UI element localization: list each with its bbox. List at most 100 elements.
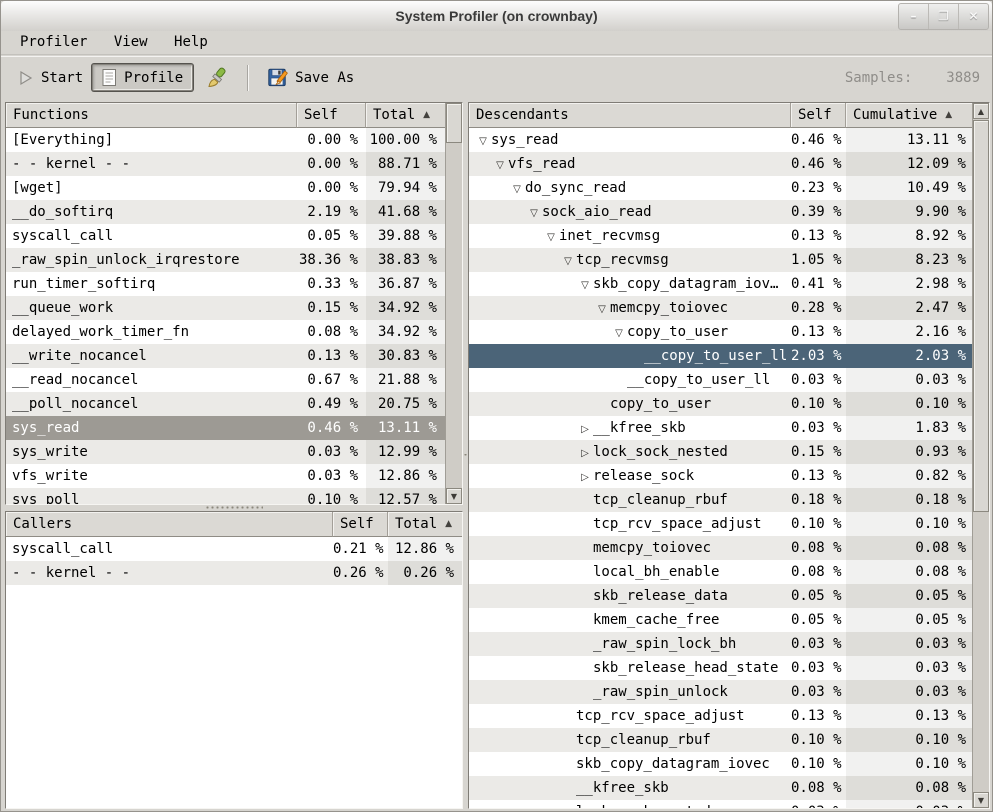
table-row[interactable]: delayed_work_timer_fn0.08 %34.92 %: [6, 320, 445, 344]
column-header-self[interactable]: Self: [297, 103, 366, 128]
table-row[interactable]: tcp_rcv_space_adjust0.10 %0.10 %: [469, 512, 972, 536]
scroll-up-button[interactable]: ▲: [973, 103, 989, 119]
scroll-down-button[interactable]: ▼: [973, 792, 989, 808]
tree-expander-icon[interactable]: ▷: [577, 418, 593, 440]
table-row[interactable]: ▷lock_sock_nested0.15 %0.93 %: [469, 440, 972, 464]
table-row[interactable]: __poll_nocancel0.49 %20.75 %: [6, 392, 445, 416]
table-row[interactable]: sys_write0.03 %12.99 %: [6, 440, 445, 464]
function-name: tcp_recvmsg: [576, 252, 669, 268]
column-header-total[interactable]: Total▲: [388, 512, 462, 537]
tree-expander-icon[interactable]: ▷: [577, 466, 593, 488]
start-button[interactable]: Start: [9, 66, 92, 90]
table-row[interactable]: tcp_cleanup_rbuf0.18 %0.18 %: [469, 488, 972, 512]
table-row[interactable]: _raw_spin_lock_bh0.03 %0.03 %: [469, 632, 972, 656]
table-row[interactable]: ▽vfs_read0.46 %12.09 %: [469, 152, 972, 176]
scrollbar-thumb[interactable]: [446, 103, 462, 143]
table-row[interactable]: ▽inet_recvmsg0.13 %8.92 %: [469, 224, 972, 248]
menu-help[interactable]: Help: [165, 31, 217, 54]
table-row[interactable]: __write_nocancel0.13 %30.83 %: [6, 344, 445, 368]
table-row[interactable]: kmem_cache_free0.05 %0.05 %: [469, 608, 972, 632]
self-percent-cell: 0.49 %: [297, 392, 366, 416]
function-name: skb_release_head_state: [593, 660, 778, 676]
table-row[interactable]: sys_read0.46 %13.11 %: [6, 416, 445, 440]
table-row[interactable]: ▷release_sock0.13 %0.82 %: [469, 464, 972, 488]
tree-expander-icon[interactable]: ▷: [577, 442, 593, 464]
tree-expander-icon[interactable]: ▽: [577, 274, 593, 296]
column-header-descendants[interactable]: Descendants: [469, 103, 791, 128]
table-row[interactable]: run_timer_softirq0.33 %36.87 %: [6, 272, 445, 296]
table-row[interactable]: _raw_spin_unlock_irqrestore38.36 %38.83 …: [6, 248, 445, 272]
tree-indent: [475, 359, 628, 360]
tree-expander-icon[interactable]: ▽: [611, 322, 627, 344]
tree-indent: [475, 575, 577, 576]
function-name-cell: ▽memcpy_toiovec: [469, 296, 791, 320]
table-row[interactable]: syscall_call0.21 %12.86 %: [6, 537, 462, 561]
table-row[interactable]: ▽skb_copy_datagram_iov…0.41 %2.98 %: [469, 272, 972, 296]
table-row[interactable]: local_bh_enable0.08 %0.08 %: [469, 560, 972, 584]
table-row[interactable]: [wget]0.00 %79.94 %: [6, 176, 445, 200]
table-row[interactable]: copy_to_user0.10 %0.10 %: [469, 392, 972, 416]
self-percent-cell: 0.13 %: [791, 464, 846, 488]
table-row[interactable]: tcp_cleanup_rbuf0.10 %0.10 %: [469, 728, 972, 752]
table-row[interactable]: skb_copy_datagram_iovec0.10 %0.10 %: [469, 752, 972, 776]
scrollbar-thumb[interactable]: [973, 120, 989, 512]
table-row[interactable]: ▽do_sync_read0.23 %10.49 %: [469, 176, 972, 200]
close-button[interactable]: ✕: [958, 4, 988, 29]
table-row[interactable]: _raw_spin_unlock0.03 %0.03 %: [469, 680, 972, 704]
table-row[interactable]: __queue_work0.15 %34.92 %: [6, 296, 445, 320]
tree-indent: [475, 311, 594, 312]
descendants-scrollbar[interactable]: ▲ ▼: [972, 103, 989, 808]
column-header-callers[interactable]: Callers: [6, 512, 333, 537]
menu-view[interactable]: View: [105, 31, 157, 54]
tree-expander-icon[interactable]: ▽: [509, 178, 525, 200]
titlebar[interactable]: System Profiler (on crownbay) – ❐ ✕: [1, 1, 992, 32]
table-row[interactable]: [Everything]0.00 %100.00 %: [6, 128, 445, 152]
function-name-cell: tcp_rcv_space_adjust: [469, 512, 791, 536]
table-row[interactable]: lock_sock_nested0.03 %0.03 %: [469, 800, 972, 808]
cumulative-percent-cell: 9.90 %: [846, 200, 972, 224]
tree-expander-icon[interactable]: ▽: [475, 130, 491, 152]
column-header-total[interactable]: Total▲: [366, 103, 445, 128]
column-header-self[interactable]: Self: [333, 512, 388, 537]
table-row[interactable]: __do_softirq2.19 %41.68 %: [6, 200, 445, 224]
column-header-self[interactable]: Self: [791, 103, 846, 128]
save-as-button[interactable]: Save As: [259, 64, 363, 91]
tree-expander-icon[interactable]: ▽: [560, 250, 576, 272]
tree-expander-icon[interactable]: ▽: [492, 154, 508, 176]
column-header-cumulative[interactable]: Cumulative▲: [846, 103, 972, 128]
table-row[interactable]: - - kernel - -0.00 %88.71 %: [6, 152, 445, 176]
function-name: __copy_to_user_ll: [644, 348, 787, 364]
table-row[interactable]: ▽sys_read0.46 %13.11 %: [469, 128, 972, 152]
maximize-button[interactable]: ❐: [928, 4, 958, 29]
table-row[interactable]: ▽sock_aio_read0.39 %9.90 %: [469, 200, 972, 224]
table-row[interactable]: __copy_to_user_ll0.03 %0.03 %: [469, 368, 972, 392]
table-row[interactable]: ▽memcpy_toiovec0.28 %2.47 %: [469, 296, 972, 320]
column-header-functions[interactable]: Functions: [6, 103, 297, 128]
functions-scrollbar[interactable]: ▼: [445, 103, 462, 504]
tree-expander-icon[interactable]: ▽: [543, 226, 559, 248]
tree-expander-icon[interactable]: ▽: [594, 298, 610, 320]
reset-button[interactable]: [197, 63, 237, 93]
table-row[interactable]: - - kernel - -0.26 %0.26 %: [6, 561, 462, 585]
table-row[interactable]: syscall_call0.05 %39.88 %: [6, 224, 445, 248]
table-row[interactable]: tcp_rcv_space_adjust0.13 %0.13 %: [469, 704, 972, 728]
table-row[interactable]: skb_release_head_state0.03 %0.03 %: [469, 656, 972, 680]
table-row[interactable]: ▷__kfree_skb0.03 %1.83 %: [469, 416, 972, 440]
menu-profiler[interactable]: Profiler: [11, 31, 96, 54]
profile-toggle-button[interactable]: Profile: [92, 64, 193, 91]
tree-indent: [475, 239, 543, 240]
table-row[interactable]: __kfree_skb0.08 %0.08 %: [469, 776, 972, 800]
tree-expander-icon[interactable]: ▽: [526, 202, 542, 224]
table-row[interactable]: __copy_to_user_ll2.03 %2.03 %: [469, 344, 972, 368]
minimize-button[interactable]: –: [899, 4, 928, 29]
table-row[interactable]: skb_release_data0.05 %0.05 %: [469, 584, 972, 608]
table-row[interactable]: ▽copy_to_user0.13 %2.16 %: [469, 320, 972, 344]
table-row[interactable]: __read_nocancel0.67 %21.88 %: [6, 368, 445, 392]
table-row[interactable]: ▽tcp_recvmsg1.05 %8.23 %: [469, 248, 972, 272]
table-row[interactable]: vfs_write0.03 %12.86 %: [6, 464, 445, 488]
table-row[interactable]: memcpy_toiovec0.08 %0.08 %: [469, 536, 972, 560]
horizontal-splitter-handle[interactable]: [5, 502, 463, 511]
function-name-cell: delayed_work_timer_fn: [6, 320, 297, 344]
self-percent-cell: 0.13 %: [297, 344, 366, 368]
function-name-cell: [Everything]: [6, 128, 297, 152]
